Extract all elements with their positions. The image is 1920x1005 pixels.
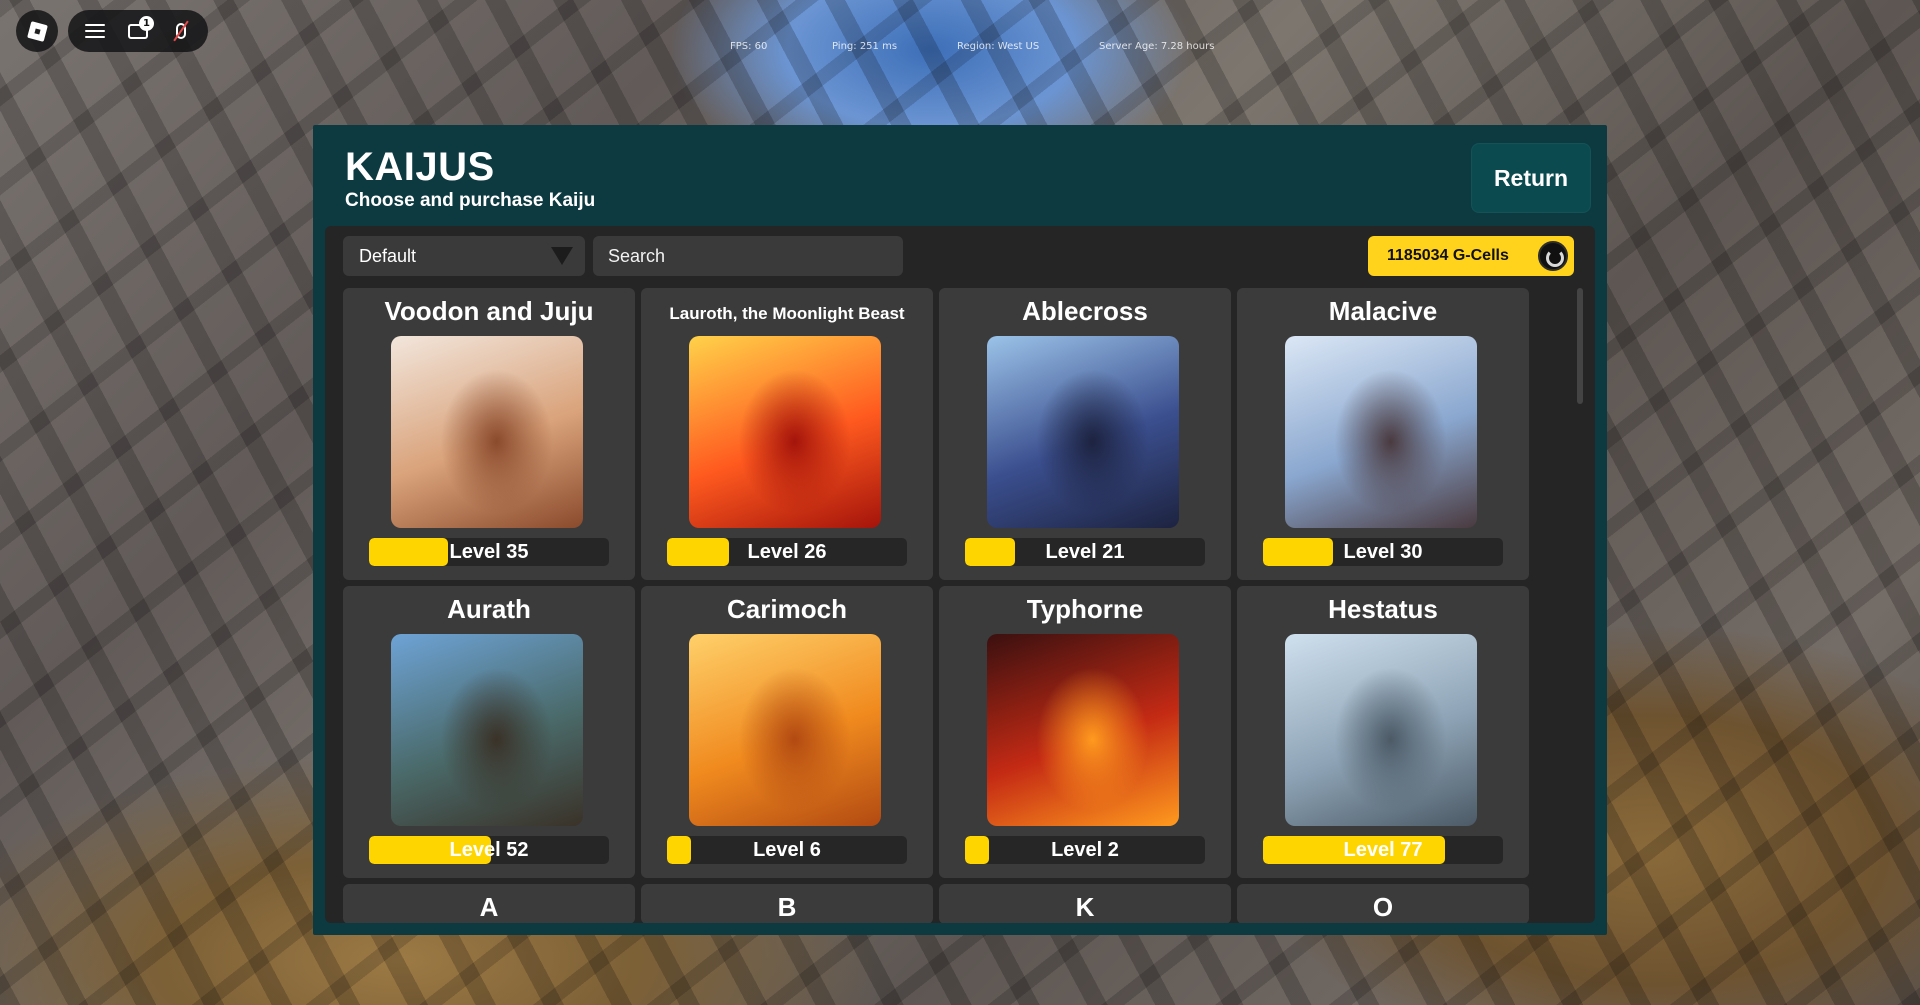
kaiju-card[interactable]: Lauroth, the Moonlight Beast Level 26	[641, 288, 933, 580]
chevron-down-icon	[551, 247, 573, 265]
kaiju-name-partial: A	[479, 892, 499, 922]
level-progress-bar: Level 52	[369, 836, 609, 864]
kaiju-thumbnail[interactable]	[1285, 336, 1477, 528]
search-input[interactable]	[593, 236, 903, 276]
grid-scrollbar[interactable]	[1577, 288, 1583, 404]
kaiju-thumbnail[interactable]	[391, 634, 583, 826]
level-progress-bar: Level 2	[965, 836, 1205, 864]
kaiju-thumbnail[interactable]	[391, 336, 583, 528]
kaiju-level: Level 30	[1343, 540, 1423, 563]
kaiju-name: Carimoch	[727, 594, 847, 624]
kaiju-thumbnail[interactable]	[689, 634, 881, 826]
kaiju-name: Typhorne	[1026, 594, 1144, 624]
kaiju-card[interactable]: Carimoch Level 6	[641, 586, 933, 878]
level-progress-bar: Level 21	[965, 538, 1205, 566]
kaiju-grid: Voodon and Juju Level 35 Lauroth, the Moon…	[343, 288, 1529, 923]
kaiju-name: Ablecross	[1022, 296, 1148, 326]
ping-stat: Ping: 251 ms	[832, 41, 898, 52]
kaiju-card[interactable]: Voodon and Juju Level 35	[343, 288, 635, 580]
kaiju-name-partial: K	[1075, 892, 1095, 922]
kaiju-level: Level 26	[747, 540, 827, 563]
kaiju-card[interactable]: Aurath Level 52	[343, 586, 635, 878]
sort-selected-value: Default	[359, 245, 417, 266]
kaiju-name: Voodon and Juju	[384, 296, 594, 326]
kaiju-name-partial: O	[1372, 892, 1394, 922]
kaiju-level: Level 6	[753, 838, 821, 861]
kaiju-name: Malacive	[1328, 296, 1438, 326]
level-progress-bar: Level 6	[667, 836, 907, 864]
performance-stats: FPS: 60 Ping: 251 ms Region: West US Ser…	[0, 41, 1920, 55]
kaiju-card[interactable]: Ablecross Level 21	[939, 288, 1231, 580]
kaiju-thumbnail[interactable]	[689, 336, 881, 528]
kaiju-card-partial[interactable]: B	[641, 884, 933, 923]
kaiju-thumbnail[interactable]	[987, 634, 1179, 826]
currency-display: 1185034 G-Cells	[1368, 236, 1574, 276]
roblox-logo-icon	[26, 20, 48, 42]
kaiju-card[interactable]: Hestatus Level 77	[1237, 586, 1529, 878]
kaiju-name-partial: B	[777, 892, 797, 922]
kaiju-level: Level 77	[1343, 838, 1423, 861]
panel-subtitle: Choose and purchase Kaiju	[345, 190, 596, 211]
panel-title: KAIJUS	[345, 145, 495, 189]
kaiju-card-partial[interactable]: K	[939, 884, 1231, 923]
kaiju-card[interactable]: Typhorne Level 2	[939, 586, 1231, 878]
kaiju-level: Level 52	[449, 838, 529, 861]
kaiju-card-partial[interactable]: O	[1237, 884, 1529, 923]
sort-dropdown[interactable]: Default	[343, 236, 585, 276]
kaiju-name: Lauroth, the Moonlight Beast	[669, 304, 905, 323]
return-button[interactable]: Return	[1471, 143, 1591, 213]
chat-notification-badge: 1	[138, 16, 154, 31]
g-cells-coin-icon	[1538, 241, 1568, 271]
server-age-stat: Server Age: 7.28 hours	[1099, 41, 1215, 52]
kaiju-card-partial[interactable]: A	[343, 884, 635, 923]
region-stat: Region: West US	[957, 41, 1040, 52]
kaiju-card[interactable]: Malacive Level 30	[1237, 288, 1529, 580]
kaiju-level: Level 2	[1051, 838, 1119, 861]
fps-stat: FPS: 60	[730, 41, 768, 52]
level-progress-bar: Level 26	[667, 538, 907, 566]
currency-amount: 1185034 G-Cells	[1387, 247, 1509, 264]
kaiju-thumbnail[interactable]	[1285, 634, 1477, 826]
kaiju-shop-panel: KAIJUS Choose and purchase Kaiju Return …	[313, 125, 1607, 935]
level-progress-bar: Level 77	[1263, 836, 1503, 864]
kaiju-list-container: Default 1185034 G-Cells Voodon and Juju L…	[325, 226, 1595, 923]
kaiju-level: Level 21	[1045, 540, 1125, 563]
level-progress-bar: Level 30	[1263, 538, 1503, 566]
level-progress-bar: Level 35	[369, 538, 609, 566]
kaiju-level: Level 35	[449, 540, 529, 563]
kaiju-name: Hestatus	[1328, 594, 1438, 624]
kaiju-thumbnail[interactable]	[987, 336, 1179, 528]
kaiju-name: Aurath	[447, 594, 531, 624]
